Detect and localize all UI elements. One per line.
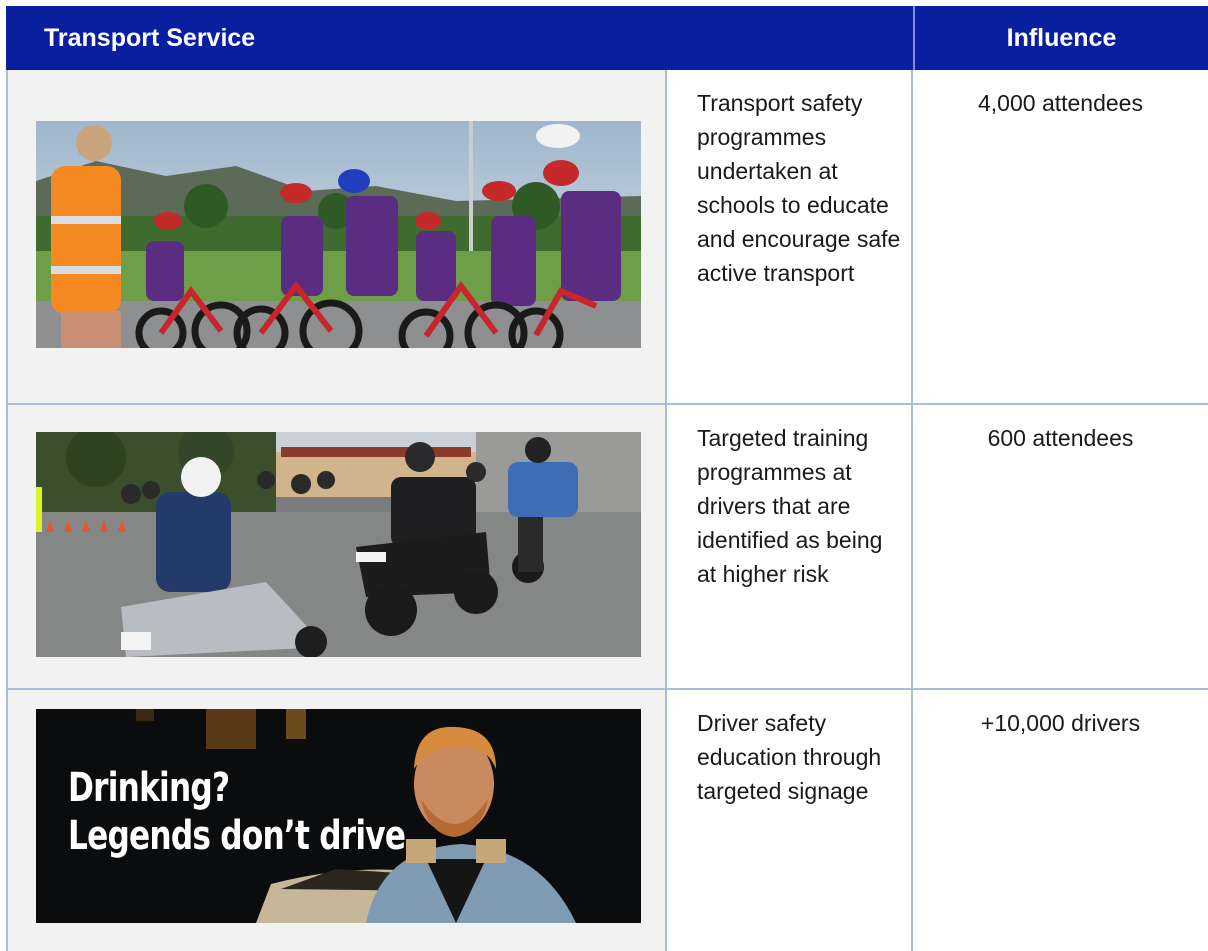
influence-cell: 600 attendees — [913, 405, 1208, 689]
table-header: Transport Service Influence — [6, 6, 1208, 70]
signage-slogan-line-2: Legends don’t drive — [68, 813, 406, 859]
description-cell: Transport safety programmes undertaken a… — [667, 70, 913, 404]
motorcycle-training-photo — [36, 432, 641, 657]
image-cell: Drinking? Legends don’t drive — [6, 690, 667, 951]
table-row: Transport safety programmes undertaken a… — [6, 70, 1208, 404]
drink-driving-signage-photo: Drinking? Legends don’t drive — [36, 709, 641, 923]
image-cell — [6, 70, 667, 404]
header-influence: Influence — [913, 6, 1208, 70]
description-cell: Driver safety education through targeted… — [667, 690, 913, 951]
description-cell: Targeted training programmes at drivers … — [667, 405, 913, 689]
children-cycling-safety-photo — [36, 121, 641, 348]
header-transport-service: Transport Service — [44, 24, 256, 52]
influence-cell: 4,000 attendees — [913, 70, 1208, 404]
table-row: Targeted training programmes at drivers … — [6, 405, 1208, 689]
signage-slogan-line-1: Drinking? — [68, 765, 230, 811]
table-row: Drinking? Legends don’t drive Driver saf… — [6, 690, 1208, 951]
influence-cell: +10,000 drivers — [913, 690, 1208, 951]
image-cell — [6, 405, 667, 689]
